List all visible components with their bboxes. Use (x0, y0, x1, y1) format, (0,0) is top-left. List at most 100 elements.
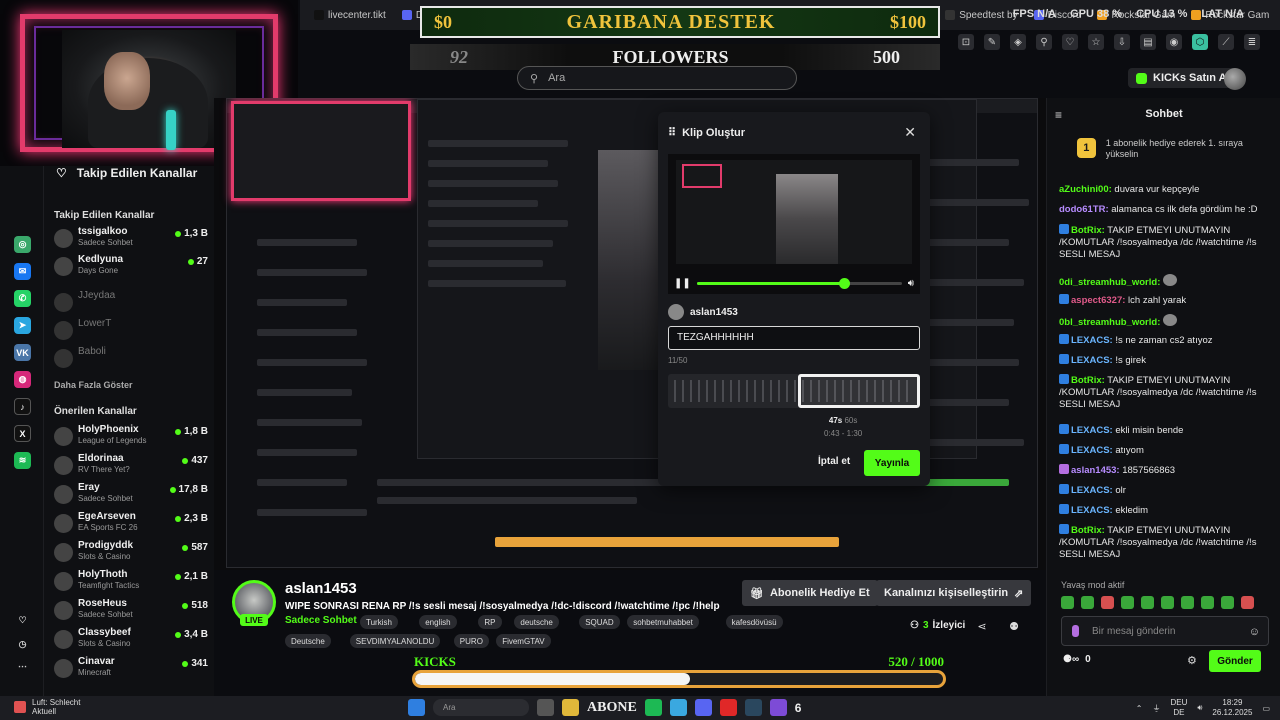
browser-taskbar-icon[interactable] (669, 699, 687, 716)
close-icon[interactable]: ✕ (904, 124, 916, 141)
instagram-icon[interactable]: ◍ (14, 371, 31, 388)
clip-title-input[interactable]: TEZGAHHHHHH (668, 326, 920, 350)
chat-username[interactable]: LEXACS: (1071, 485, 1113, 496)
emote-icon[interactable] (1241, 596, 1254, 609)
volume-tray-icon[interactable]: 🔊︎ (1197, 703, 1202, 713)
emote-icon[interactable] (1181, 596, 1194, 609)
chat-input[interactable]: Bir mesaj gönderin ☺ (1061, 616, 1269, 646)
channel-name[interactable]: aslan1453 (285, 580, 357, 597)
stream-tag[interactable]: Turkish (360, 615, 398, 629)
bookmark-item[interactable]: Speedtest by (939, 10, 1023, 21)
chevron-up-icon[interactable]: ⌃ (1136, 704, 1143, 713)
recommended-channel-item[interactable]: Cinavar Minecraft 341 (52, 656, 210, 682)
stream-tag[interactable]: SQUAD (579, 615, 620, 629)
chat-username[interactable]: aZuchini00: (1059, 184, 1112, 195)
chat-username[interactable]: LEXACS: (1071, 505, 1113, 516)
followed-channel-item[interactable]: Kedlyuna Days Gone 27 (52, 254, 210, 280)
pause-icon[interactable]: ❚❚ (674, 278, 691, 289)
cancel-button[interactable]: İptal et (818, 456, 850, 467)
discord-taskbar-icon[interactable] (694, 699, 712, 716)
steam-taskbar-icon[interactable] (744, 699, 762, 716)
chat-username[interactable]: LEXACS: (1071, 335, 1113, 346)
send-button[interactable]: Gönder (1209, 650, 1261, 672)
drag-handle-icon[interactable]: ⠿ (668, 126, 676, 139)
publish-button[interactable]: Yayınla (864, 450, 920, 476)
chat-username[interactable]: dodo61TR: (1059, 204, 1109, 215)
messenger-icon[interactable]: ✉ (14, 263, 31, 280)
chat-username[interactable]: 0di_streamhub_world: (1059, 277, 1160, 288)
volume-icon[interactable]: 🔊︎ (908, 278, 914, 289)
emote-icon[interactable] (1121, 596, 1134, 609)
heart-icon[interactable]: ♡ (14, 612, 31, 629)
chatgpt-icon[interactable]: ◎ (14, 236, 31, 253)
follow-icon[interactable]: ⚉ (1008, 621, 1020, 633)
stream-tag[interactable]: english (419, 615, 457, 629)
chat-username[interactable]: BotRix: (1071, 225, 1105, 236)
keyboard-language[interactable]: DEU DE (1170, 698, 1187, 718)
followed-channel-item[interactable]: JJeydaa (52, 290, 210, 316)
stream-tag[interactable]: Deutsche (285, 634, 331, 648)
x-icon[interactable]: X (14, 425, 31, 442)
emote-icon[interactable] (1201, 596, 1214, 609)
vk-icon[interactable]: VK (14, 344, 31, 361)
leaf-icon[interactable]: ⟋ (1218, 34, 1234, 50)
customize-channel-button[interactable]: Kanalınızı kişiselleştirin ⇗ (876, 580, 1032, 606)
followed-channel-item[interactable]: Baboli (52, 346, 210, 372)
emote-icon[interactable] (1061, 596, 1074, 609)
recommended-channel-item[interactable]: EgeArseven EA Sports FC 26 2,3 B (52, 511, 210, 537)
stream-tag[interactable]: sohbetmuhabbet (627, 615, 699, 629)
buy-kicks-button[interactable]: KICKs Satın Al (1128, 68, 1238, 88)
emoji-icon[interactable]: ☺ (1249, 626, 1260, 638)
reader-icon[interactable]: ▤ (1140, 34, 1156, 50)
bookmark-icon[interactable]: ☆ (1088, 34, 1104, 50)
whatsapp-icon[interactable]: ✆ (14, 290, 31, 307)
task-view-icon[interactable] (537, 699, 554, 716)
link-icon[interactable]: ⚲ (1036, 34, 1052, 50)
sub-gift-leaderboard[interactable]: 1 1 abonelik hediye ederek 1. sıraya yük… (1077, 138, 1267, 160)
file-explorer-icon[interactable] (562, 699, 579, 716)
tiktok-taskbar-icon[interactable] (719, 699, 737, 716)
stream-category[interactable]: Sadece Sohbet (285, 615, 357, 626)
recommended-channel-item[interactable]: Classybeef Slots & Casino 3,4 B (52, 627, 210, 653)
chat-settings-icon[interactable]: ⚙ (1187, 654, 1197, 667)
all-icon[interactable]: ≣ (1244, 34, 1260, 50)
recommended-channel-item[interactable]: RoseHeus Sadece Sohbet 518 (52, 598, 210, 624)
chat-username[interactable]: aspect6327: (1071, 295, 1125, 306)
shield-icon[interactable]: ◈ (1010, 34, 1026, 50)
obs-taskbar-icon[interactable] (769, 699, 787, 716)
bookmark-item[interactable]: livecenter.tikt (308, 10, 392, 21)
recommended-channel-item[interactable]: Prodigyddk Slots & Casino 587 (52, 540, 210, 566)
chat-username[interactable]: LEXACS: (1071, 425, 1113, 436)
recommended-channel-item[interactable]: HolyThoth Teamfight Tactics 2,1 B (52, 569, 210, 595)
chat-username[interactable]: BotRix: (1071, 375, 1105, 386)
tiktok-icon[interactable]: ♪ (14, 398, 31, 415)
chat-username[interactable]: aslan1453: (1071, 465, 1120, 476)
stream-tag[interactable]: FivemGTAV (496, 634, 551, 648)
weather-widget[interactable]: Luft: Schlecht Aktuell (14, 698, 80, 716)
stream-tag[interactable]: kafesdövüsü (725, 615, 783, 629)
stream-tag[interactable]: RP (478, 615, 502, 629)
show-more-link[interactable]: Daha Fazla Göster (54, 380, 133, 390)
mic-icon[interactable] (1072, 625, 1079, 637)
extension-icon[interactable]: ⬡ (1192, 34, 1208, 50)
emote-icon[interactable] (1141, 596, 1154, 609)
windows-start-icon[interactable] (408, 699, 425, 716)
chat-username[interactable]: LEXACS: (1071, 355, 1113, 366)
emote-icon[interactable] (1221, 596, 1234, 609)
screenshot-icon[interactable]: ⊡ (958, 34, 974, 50)
more-icon[interactable]: ⋯ (14, 658, 31, 675)
download-icon[interactable]: ⇩ (1114, 34, 1130, 50)
heart-icon[interactable]: ♡ (1062, 34, 1078, 50)
chat-username[interactable]: LEXACS: (1071, 445, 1113, 456)
stream-tag[interactable]: deutsche (514, 615, 559, 629)
recommended-channel-item[interactable]: Eldorinaa RV There Yet? 437 (52, 453, 210, 479)
kicks-balance[interactable]: ⚈∞ 0 (1063, 654, 1091, 665)
trim-selection-handle[interactable] (798, 374, 920, 408)
emote-icon[interactable] (1101, 596, 1114, 609)
chat-username[interactable]: 0bl_streamhub_world: (1059, 317, 1160, 328)
clock-icon[interactable]: ◷ (14, 636, 31, 653)
clip-preview[interactable]: ❚❚ 🔊︎ (668, 154, 920, 294)
user-avatar[interactable] (1224, 68, 1246, 90)
share-icon[interactable]: ⋖ (976, 621, 988, 633)
clock[interactable]: 18:29 26.12.2025 (1212, 698, 1252, 718)
